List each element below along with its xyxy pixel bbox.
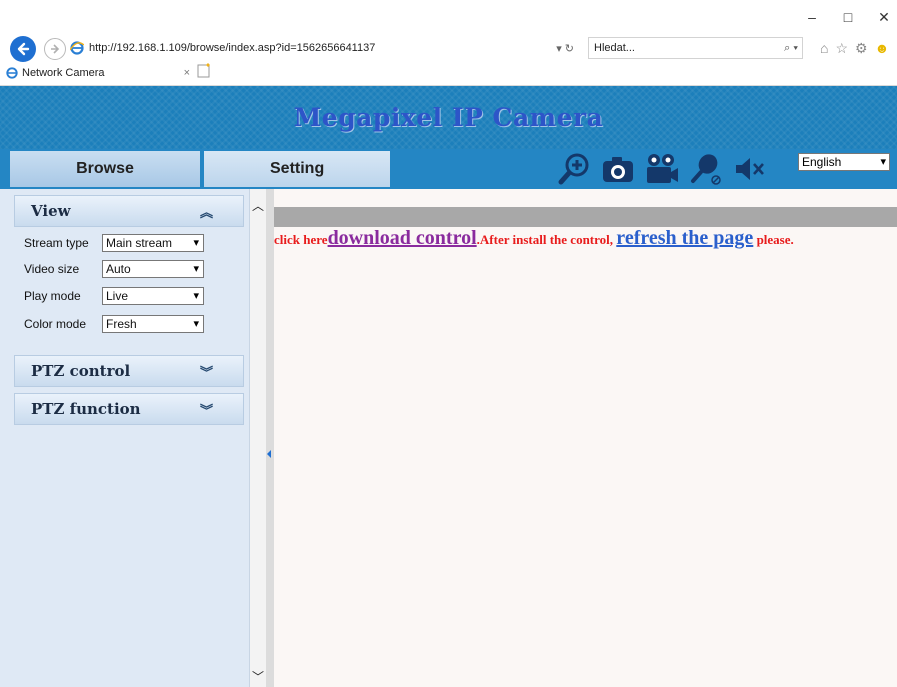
video-size-row: Video size Auto ▾ — [24, 259, 204, 279]
chevron-down-icon: ▾ — [193, 263, 199, 275]
color-mode-select[interactable]: Fresh ▾ — [102, 315, 204, 333]
microphone-icon[interactable] — [688, 151, 724, 187]
chevron-down-icon: ▾ — [880, 156, 886, 168]
maximize-button[interactable]: □ — [841, 10, 855, 24]
search-input[interactable]: Hledat... ⌕ ▾ — [588, 37, 803, 59]
video-size-select[interactable]: Auto ▾ — [102, 260, 204, 278]
language-select[interactable]: English ▾ — [798, 153, 890, 171]
ptz-control-section-header[interactable]: PTZ control ︾ — [14, 355, 244, 387]
view-section-title: View — [31, 202, 71, 220]
stream-type-row: Stream type Main stream ▾ — [24, 233, 204, 253]
play-mode-value: Live — [106, 289, 129, 303]
minimize-button[interactable]: – — [805, 10, 819, 24]
speaker-mute-icon[interactable] — [732, 151, 768, 187]
refresh-page-link[interactable]: refresh the page — [616, 227, 753, 249]
camera-toolbar: Browse Setting English ▾ — [0, 149, 897, 189]
plugin-suffix: please. — [753, 232, 794, 247]
plugin-middle: .After install the control, — [476, 232, 617, 247]
ptz-function-section-header[interactable]: PTZ function ︾ — [14, 393, 244, 425]
double-chevron-up-icon[interactable]: ︽ — [200, 202, 213, 221]
stream-type-select[interactable]: Main stream ▾ — [102, 234, 204, 252]
video-size-value: Auto — [106, 262, 131, 276]
tab-setting[interactable]: Setting — [204, 151, 390, 187]
color-mode-value: Fresh — [106, 317, 137, 331]
refresh-icon[interactable]: ▾ ↻ — [556, 42, 574, 55]
back-button[interactable] — [10, 36, 36, 62]
snapshot-camera-icon[interactable] — [600, 151, 636, 187]
double-chevron-down-icon[interactable]: ︾ — [200, 362, 213, 381]
color-mode-label: Color mode — [24, 317, 87, 331]
ptz-function-title: PTZ function — [31, 400, 141, 418]
zoom-in-icon[interactable] — [556, 151, 592, 187]
play-mode-label: Play mode — [24, 289, 81, 303]
chevron-down-icon: ▾ — [193, 290, 199, 302]
close-window-button[interactable]: ✕ — [877, 10, 891, 24]
tab-title: Network Camera — [22, 67, 105, 79]
video-size-label: Video size — [24, 262, 80, 276]
plugin-prefix: click here — [274, 232, 328, 247]
forward-button[interactable] — [44, 38, 66, 60]
play-mode-select[interactable]: Live ▾ — [102, 287, 204, 305]
browser-toolbar-icons: ⌂ ☆ ⚙ ☻ — [820, 40, 889, 57]
address-bar[interactable]: http://192.168.1.109/browse/index.asp?id… — [70, 37, 580, 59]
stream-type-value: Main stream — [106, 236, 173, 250]
arrow-right-icon — [51, 44, 60, 54]
camera-banner: Megapixel IP Camera — [0, 86, 897, 149]
page-title: Megapixel IP Camera — [293, 103, 604, 132]
stream-type-label: Stream type — [24, 236, 89, 250]
ie-tab-icon — [6, 67, 18, 79]
close-tab-icon[interactable]: × — [184, 67, 190, 79]
ie-logo-icon — [70, 41, 84, 55]
plugin-install-message: click heredownload control.After install… — [274, 227, 794, 250]
scroll-down-icon[interactable]: ﹀ — [252, 668, 264, 685]
chevron-down-icon: ▾ — [193, 237, 199, 249]
color-mode-row: Color mode Fresh ▾ — [24, 314, 204, 334]
gear-icon[interactable]: ⚙ — [855, 40, 868, 57]
arrow-left-icon — [17, 42, 30, 56]
browser-tab[interactable]: Network Camera × — [6, 62, 194, 84]
home-icon[interactable]: ⌂ — [820, 40, 828, 57]
search-placeholder: Hledat... — [594, 42, 635, 54]
browser-chrome: – □ ✕ http://192.168.1.109/browse/index.… — [0, 0, 897, 86]
view-section-header[interactable]: View ︽ — [14, 195, 244, 227]
download-control-link[interactable]: download control — [328, 227, 477, 249]
video-top-bar — [274, 207, 897, 227]
window-controls: – □ ✕ — [805, 10, 891, 24]
search-icon[interactable]: ⌕ ▾ — [784, 42, 798, 55]
left-panel: View ︽ Stream type Main stream ▾ Video s… — [0, 189, 250, 687]
favorites-star-icon[interactable]: ☆ — [835, 40, 848, 57]
video-area: click heredownload control.After install… — [274, 189, 897, 687]
record-video-icon[interactable] — [644, 151, 680, 187]
smiley-feedback-icon[interactable]: ☻ — [875, 40, 890, 57]
double-chevron-down-icon[interactable]: ︾ — [200, 400, 213, 419]
address-url[interactable]: http://192.168.1.109/browse/index.asp?id… — [89, 42, 556, 54]
camera-tool-icons — [556, 149, 768, 189]
tab-browse[interactable]: Browse — [10, 151, 200, 187]
chevron-down-icon: ▾ — [193, 318, 199, 330]
scroll-up-icon[interactable]: ︿ — [252, 197, 264, 214]
new-tab-icon[interactable] — [196, 62, 212, 78]
left-panel-scrollbar[interactable]: ︿ ﹀ — [250, 189, 266, 687]
play-mode-row: Play mode Live ▾ — [24, 286, 204, 306]
collapse-panel-icon[interactable] — [267, 450, 271, 458]
language-value: English — [802, 155, 842, 169]
ptz-control-title: PTZ control — [31, 362, 131, 380]
panel-splitter[interactable] — [266, 189, 274, 687]
